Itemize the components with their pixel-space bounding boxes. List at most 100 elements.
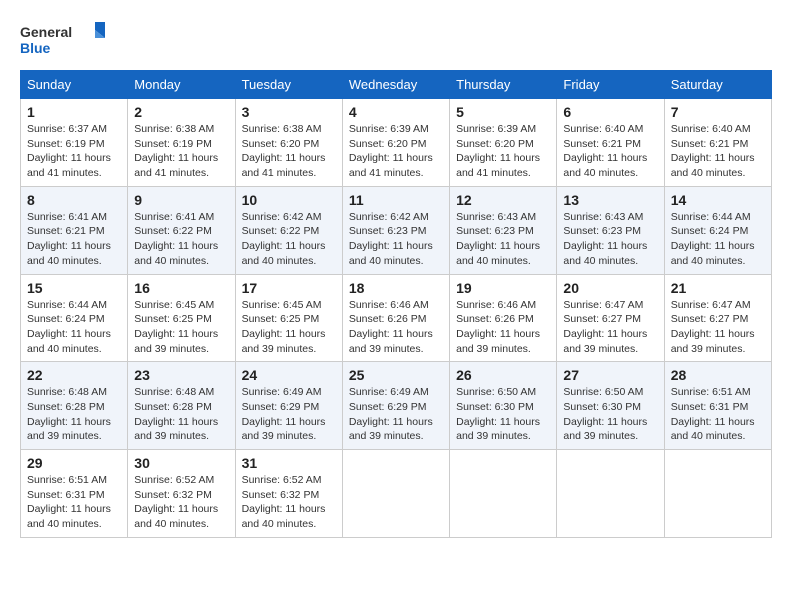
day-number: 21 (671, 280, 765, 296)
day-number: 8 (27, 192, 121, 208)
day-number: 30 (134, 455, 228, 471)
day-info: Sunrise: 6:49 AMSunset: 6:29 PMDaylight:… (242, 385, 336, 444)
calendar-cell: 23Sunrise: 6:48 AMSunset: 6:28 PMDayligh… (128, 362, 235, 450)
day-info: Sunrise: 6:39 AMSunset: 6:20 PMDaylight:… (349, 122, 443, 181)
calendar-cell: 28 Sunrise: 6:51 AMSunset: 6:31 PMDayligh… (664, 362, 771, 450)
calendar-cell (450, 450, 557, 538)
header-sunday: Sunday (21, 71, 128, 99)
calendar-table: SundayMondayTuesdayWednesdayThursdayFrid… (20, 70, 772, 538)
day-number: 7 (671, 104, 765, 120)
day-number: 2 (134, 104, 228, 120)
day-info: Sunrise: 6:46 AMSunset: 6:26 PMDaylight:… (456, 298, 550, 357)
day-info: Sunrise: 6:50 AMSunset: 6:30 PMDaylight:… (456, 385, 550, 444)
svg-text:Blue: Blue (20, 40, 51, 56)
calendar-cell: 4 Sunrise: 6:39 AMSunset: 6:20 PMDaylight… (342, 99, 449, 187)
day-number: 1 (27, 104, 121, 120)
day-info: Sunrise: 6:48 AMSunset: 6:28 PMDaylight:… (27, 385, 121, 444)
day-info: Sunrise: 6:43 AMSunset: 6:23 PMDaylight:… (563, 210, 657, 269)
day-info: Sunrise: 6:48 AMSunset: 6:28 PMDaylight:… (134, 385, 228, 444)
calendar-cell: 16 Sunrise: 6:45 AMSunset: 6:25 PMDayligh… (128, 274, 235, 362)
header-thursday: Thursday (450, 71, 557, 99)
header-wednesday: Wednesday (342, 71, 449, 99)
calendar-cell: 13 Sunrise: 6:43 AMSunset: 6:23 PMDayligh… (557, 186, 664, 274)
header-saturday: Saturday (664, 71, 771, 99)
calendar-cell: 14Sunrise: 6:44 AMSunset: 6:24 PMDayligh… (664, 186, 771, 274)
logo: General Blue (20, 20, 120, 60)
calendar-cell: 3 Sunrise: 6:38 AMSunset: 6:20 PMDaylight… (235, 99, 342, 187)
calendar-cell: 17 Sunrise: 6:45 AMSunset: 6:25 PMDayligh… (235, 274, 342, 362)
calendar-cell: 21 Sunrise: 6:47 AMSunset: 6:27 PMDayligh… (664, 274, 771, 362)
day-info: Sunrise: 6:44 AMSunset: 6:24 PMDaylight:… (671, 210, 765, 269)
day-info: Sunrise: 6:47 AMSunset: 6:27 PMDaylight:… (563, 298, 657, 357)
calendar-cell: 2 Sunrise: 6:38 AMSunset: 6:19 PMDaylight… (128, 99, 235, 187)
calendar-header-row: SundayMondayTuesdayWednesdayThursdayFrid… (21, 71, 772, 99)
day-number: 18 (349, 280, 443, 296)
page-header: General Blue (20, 20, 772, 60)
calendar-cell (557, 450, 664, 538)
calendar-cell: 12 Sunrise: 6:43 AMSunset: 6:23 PMDayligh… (450, 186, 557, 274)
day-info: Sunrise: 6:47 AMSunset: 6:27 PMDaylight:… (671, 298, 765, 357)
calendar-cell: 31 Sunrise: 6:52 AMSunset: 6:32 PMDayligh… (235, 450, 342, 538)
calendar-cell: 10Sunrise: 6:42 AMSunset: 6:22 PMDayligh… (235, 186, 342, 274)
day-number: 4 (349, 104, 443, 120)
day-number: 19 (456, 280, 550, 296)
calendar-cell (342, 450, 449, 538)
logo-svg: General Blue (20, 20, 120, 60)
day-number: 3 (242, 104, 336, 120)
day-number: 24 (242, 367, 336, 383)
day-info: Sunrise: 6:37 AMSunset: 6:19 PMDaylight:… (27, 122, 121, 181)
day-info: Sunrise: 6:42 AMSunset: 6:22 PMDaylight:… (242, 210, 336, 269)
calendar-cell: 15 Sunrise: 6:44 AMSunset: 6:24 PMDayligh… (21, 274, 128, 362)
day-info: Sunrise: 6:52 AMSunset: 6:32 PMDaylight:… (242, 473, 336, 532)
calendar-cell: 8 Sunrise: 6:41 AMSunset: 6:21 PMDaylight… (21, 186, 128, 274)
day-info: Sunrise: 6:46 AMSunset: 6:26 PMDaylight:… (349, 298, 443, 357)
day-info: Sunrise: 6:42 AMSunset: 6:23 PMDaylight:… (349, 210, 443, 269)
day-number: 9 (134, 192, 228, 208)
calendar-cell: 20Sunrise: 6:47 AMSunset: 6:27 PMDayligh… (557, 274, 664, 362)
day-info: Sunrise: 6:40 AMSunset: 6:21 PMDaylight:… (671, 122, 765, 181)
day-info: Sunrise: 6:44 AMSunset: 6:24 PMDaylight:… (27, 298, 121, 357)
calendar-cell: 9 Sunrise: 6:41 AMSunset: 6:22 PMDaylight… (128, 186, 235, 274)
day-info: Sunrise: 6:41 AMSunset: 6:21 PMDaylight:… (27, 210, 121, 269)
calendar-cell: 29Sunrise: 6:51 AMSunset: 6:31 PMDayligh… (21, 450, 128, 538)
day-number: 6 (563, 104, 657, 120)
calendar-week-4: 22 Sunrise: 6:48 AMSunset: 6:28 PMDayligh… (21, 362, 772, 450)
day-info: Sunrise: 6:50 AMSunset: 6:30 PMDaylight:… (563, 385, 657, 444)
day-info: Sunrise: 6:41 AMSunset: 6:22 PMDaylight:… (134, 210, 228, 269)
day-number: 28 (671, 367, 765, 383)
day-number: 25 (349, 367, 443, 383)
day-number: 11 (349, 192, 443, 208)
calendar-cell: 24 Sunrise: 6:49 AMSunset: 6:29 PMDayligh… (235, 362, 342, 450)
calendar-week-2: 8 Sunrise: 6:41 AMSunset: 6:21 PMDaylight… (21, 186, 772, 274)
day-info: Sunrise: 6:39 AMSunset: 6:20 PMDaylight:… (456, 122, 550, 181)
calendar-week-3: 15 Sunrise: 6:44 AMSunset: 6:24 PMDayligh… (21, 274, 772, 362)
calendar-cell: 18 Sunrise: 6:46 AMSunset: 6:26 PMDayligh… (342, 274, 449, 362)
day-number: 13 (563, 192, 657, 208)
calendar-cell: 26Sunrise: 6:50 AMSunset: 6:30 PMDayligh… (450, 362, 557, 450)
day-info: Sunrise: 6:43 AMSunset: 6:23 PMDaylight:… (456, 210, 550, 269)
calendar-cell: 27 Sunrise: 6:50 AMSunset: 6:30 PMDayligh… (557, 362, 664, 450)
day-number: 31 (242, 455, 336, 471)
day-info: Sunrise: 6:38 AMSunset: 6:20 PMDaylight:… (242, 122, 336, 181)
day-number: 15 (27, 280, 121, 296)
calendar-cell: 22 Sunrise: 6:48 AMSunset: 6:28 PMDayligh… (21, 362, 128, 450)
day-number: 22 (27, 367, 121, 383)
header-tuesday: Tuesday (235, 71, 342, 99)
day-info: Sunrise: 6:51 AMSunset: 6:31 PMDaylight:… (671, 385, 765, 444)
day-info: Sunrise: 6:52 AMSunset: 6:32 PMDaylight:… (134, 473, 228, 532)
day-info: Sunrise: 6:38 AMSunset: 6:19 PMDaylight:… (134, 122, 228, 181)
calendar-cell: 7 Sunrise: 6:40 AMSunset: 6:21 PMDaylight… (664, 99, 771, 187)
calendar-cell: 11 Sunrise: 6:42 AMSunset: 6:23 PMDayligh… (342, 186, 449, 274)
calendar-week-1: 1 Sunrise: 6:37 AMSunset: 6:19 PMDaylight… (21, 99, 772, 187)
day-number: 12 (456, 192, 550, 208)
day-info: Sunrise: 6:45 AMSunset: 6:25 PMDaylight:… (242, 298, 336, 357)
day-number: 17 (242, 280, 336, 296)
day-number: 16 (134, 280, 228, 296)
calendar-cell: 6 Sunrise: 6:40 AMSunset: 6:21 PMDaylight… (557, 99, 664, 187)
day-number: 27 (563, 367, 657, 383)
calendar-cell: 25Sunrise: 6:49 AMSunset: 6:29 PMDayligh… (342, 362, 449, 450)
calendar-cell (664, 450, 771, 538)
day-number: 5 (456, 104, 550, 120)
day-info: Sunrise: 6:45 AMSunset: 6:25 PMDaylight:… (134, 298, 228, 357)
day-info: Sunrise: 6:40 AMSunset: 6:21 PMDaylight:… (563, 122, 657, 181)
